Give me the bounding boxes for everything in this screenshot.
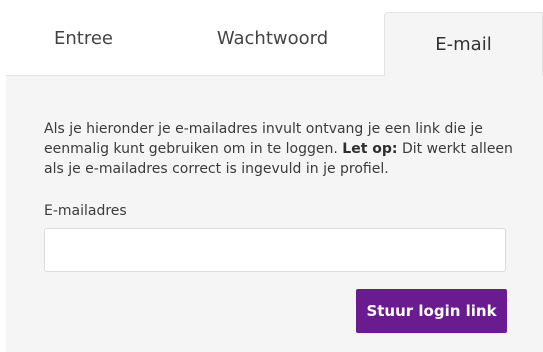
send-login-link-button[interactable]: Stuur login link — [356, 289, 507, 333]
email-login-panel: Als je hieronder je e-mailadres invult o… — [6, 76, 543, 352]
tab-email[interactable]: E-mail — [384, 12, 543, 76]
email-login-description: Als je hieronder je e-mailadres invult o… — [44, 119, 514, 179]
login-widget: Entree Wachtwoord E-mail Als je hieronde… — [0, 0, 543, 352]
tab-entree[interactable]: Entree — [6, 0, 161, 76]
tab-wachtwoord[interactable]: Wachtwoord — [161, 0, 384, 76]
description-note-label: Let op: — [342, 141, 398, 157]
email-field-label: E-mailadres — [44, 203, 127, 219]
email-field[interactable] — [44, 228, 506, 272]
login-tabs: Entree Wachtwoord E-mail — [0, 0, 543, 76]
